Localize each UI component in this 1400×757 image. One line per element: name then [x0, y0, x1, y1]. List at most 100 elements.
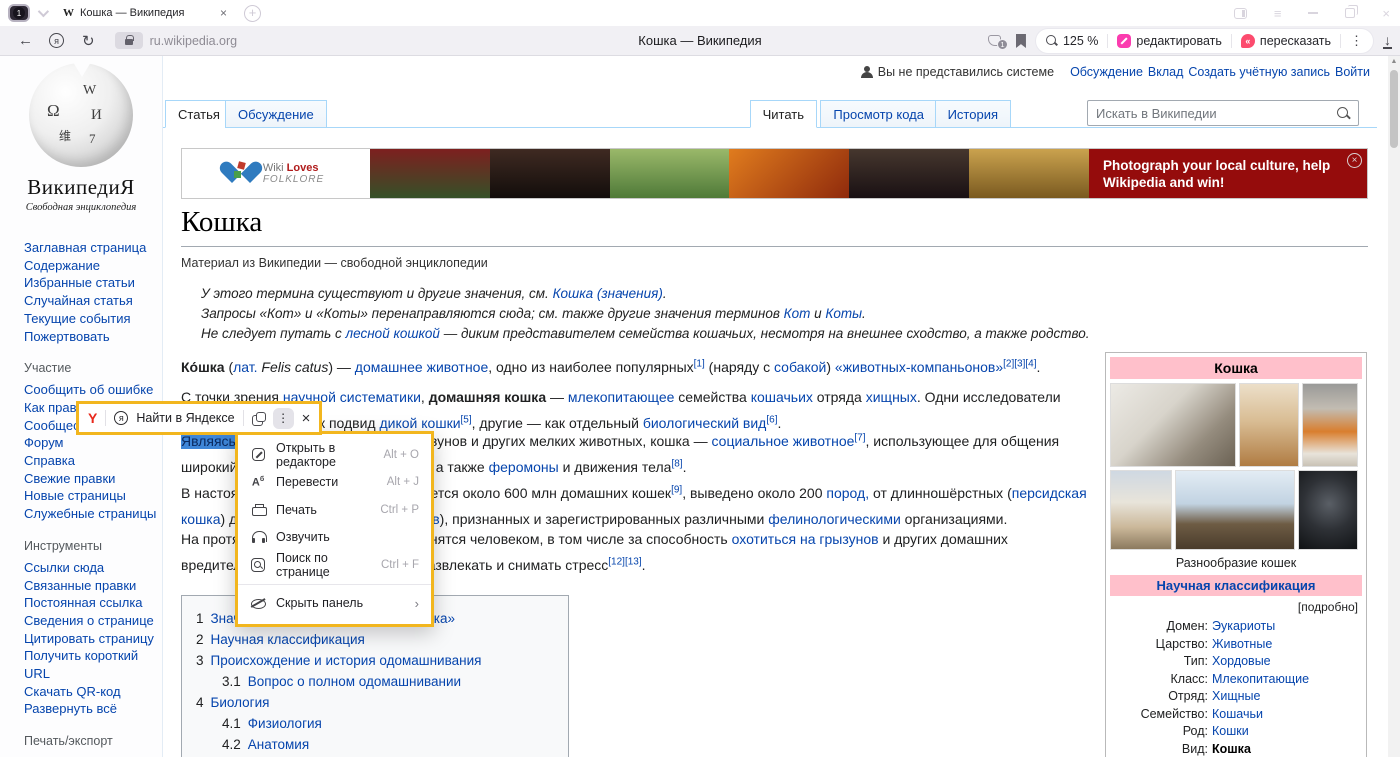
scrollbar-thumb[interactable]	[1390, 70, 1398, 148]
panel-close-icon[interactable]: ×	[302, 410, 311, 427]
find-in-yandex-button[interactable]: Найти в Яндексе	[136, 411, 234, 425]
wiki-content-area: Вы не представились системе Обсуждение В…	[162, 56, 1388, 757]
taxo-row: Домен:Эукариоты	[1110, 618, 1362, 636]
tab-article[interactable]: Статья	[165, 100, 233, 128]
taxo-row: Тип:Хордовые	[1110, 653, 1362, 671]
banner-logo: Wiki Loves FOLKLORE	[182, 149, 370, 198]
yandex-find-panel: Y я Найти в Яндексе ⋮ ×	[76, 401, 322, 435]
sidebar-item-main-page[interactable]: Заглавная страница	[24, 239, 162, 257]
scroll-up-icon[interactable]: ▲	[1388, 56, 1400, 68]
side-panel-icon[interactable]	[1234, 8, 1247, 19]
menu-item-open-in-editor[interactable]: Открыть в редакторе Alt + O	[238, 441, 431, 469]
sidebar-item-current-events[interactable]: Текущие события	[24, 310, 162, 328]
site-security-badge[interactable]	[115, 32, 143, 49]
sidebar-item-help[interactable]: Справка	[24, 452, 162, 470]
hatnote: Не следует путать с лесной кошкой — дики…	[201, 324, 1201, 344]
tab-group-button[interactable]: 1	[8, 4, 30, 22]
sidebar-item-short-url[interactable]: Получить короткий URL	[24, 647, 142, 682]
toc-item: 3Происхождение и история одомашнивания	[196, 650, 554, 671]
menu-item-read-aloud[interactable]: Озвучить	[238, 524, 431, 552]
minimize-icon[interactable]	[1308, 12, 1318, 14]
banner-photo	[969, 149, 1089, 198]
wiki-search-input[interactable]: Искать в Википедии	[1087, 100, 1359, 126]
menu-item-find-on-page[interactable]: Поиск по странице Ctrl + F	[238, 551, 431, 579]
sidebar-item-expand-all[interactable]: Развернуть всё	[24, 700, 162, 718]
sidebar-item-recent-changes[interactable]: Свежие правки	[24, 470, 162, 488]
translate-icon: Аб	[252, 476, 264, 489]
tab-close-icon[interactable]: ×	[220, 6, 227, 20]
restore-window-icon[interactable]	[1345, 8, 1355, 18]
sidebar-item-related-changes[interactable]: Связанные правки	[24, 577, 162, 595]
tab-talk[interactable]: Обсуждение	[225, 100, 327, 128]
cat-photo[interactable]	[1239, 383, 1299, 467]
browser-menu-icon[interactable]: ≡	[1274, 6, 1282, 21]
cat-photo[interactable]	[1298, 470, 1358, 550]
personal-bar: Вы не представились системе Обсуждение В…	[861, 65, 1370, 79]
tab-history[interactable]: История	[935, 100, 1011, 128]
retell-icon: «	[1241, 34, 1255, 48]
sidebar-item-permanent-link[interactable]: Постоянная ссылка	[24, 594, 162, 612]
cat-photo[interactable]	[1302, 383, 1358, 467]
sidebar-item-contents[interactable]: Содержание	[24, 257, 162, 275]
menu-item-translate[interactable]: Аб Перевести Alt + J	[238, 469, 431, 497]
bookmark-icon[interactable]	[1016, 34, 1026, 48]
cat-photo[interactable]	[1110, 383, 1236, 467]
wikipedia-globe-logo[interactable]: Ω W И 7 维	[29, 63, 133, 167]
sidebar-item-cite-page[interactable]: Цитировать страницу	[24, 630, 162, 648]
collections-icon[interactable]: 1	[988, 34, 1006, 48]
close-window-icon[interactable]: ×	[1382, 6, 1390, 21]
sidebar-item-donate[interactable]: Пожертвовать	[24, 328, 162, 346]
yandex-account-icon[interactable]: я	[49, 33, 64, 48]
toc-item: 3.1Вопрос о полном одомашнивании	[196, 671, 554, 692]
tab-read[interactable]: Читать	[750, 100, 817, 128]
personal-link-contributions[interactable]: Вклад	[1148, 65, 1184, 79]
zoom-indicator[interactable]: 125 %	[1046, 34, 1098, 48]
classification-header[interactable]: Научная классификация	[1110, 575, 1362, 596]
retell-button[interactable]: « пересказать	[1241, 34, 1331, 48]
sidebar-item-qr-code[interactable]: Скачать QR-код	[24, 683, 162, 701]
sidebar-header-tools: Инструменты	[24, 539, 162, 553]
details-link[interactable]: [подробно]	[1110, 596, 1362, 616]
wiki-loves-folklore-banner[interactable]: Wiki Loves FOLKLORE Photograph your loca…	[181, 148, 1368, 199]
zoom-icon	[1046, 35, 1058, 47]
tab-view-source[interactable]: Просмотр кода	[820, 100, 937, 128]
sidebar-item-what-links-here[interactable]: Ссылки сюда	[24, 559, 162, 577]
personal-link-login[interactable]: Войти	[1335, 65, 1370, 79]
personal-link-create-account[interactable]: Создать учётную запись	[1188, 65, 1330, 79]
page-scrollbar[interactable]: ▲	[1388, 56, 1400, 757]
edit-page-button[interactable]: редактировать	[1117, 34, 1222, 48]
sidebar-item-forum[interactable]: Форум	[24, 434, 162, 452]
more-actions-icon[interactable]: ⋮	[1350, 33, 1363, 49]
new-tab-button[interactable]: +	[244, 5, 261, 22]
personal-link-talk[interactable]: Обсуждение	[1070, 65, 1143, 79]
hatnote: У этого термина существуют и другие знач…	[201, 284, 1201, 304]
menu-item-print[interactable]: Печать Ctrl + P	[238, 496, 431, 524]
taxo-row: Класс:Млекопитающие	[1110, 671, 1362, 689]
copy-icon[interactable]	[252, 412, 265, 425]
wikipedia-favicon: W	[63, 7, 74, 19]
reload-icon[interactable]: ↻	[82, 32, 95, 50]
user-icon	[861, 66, 873, 78]
search-icon[interactable]	[1337, 107, 1350, 120]
cat-photo[interactable]	[1110, 470, 1172, 550]
sidebar-item-random[interactable]: Случайная статья	[24, 292, 162, 310]
submenu-arrow-icon: ›	[415, 596, 419, 611]
menu-item-hide-panel[interactable]: Скрыть панель ›	[238, 590, 431, 618]
sidebar-item-page-info[interactable]: Сведения о странице	[24, 612, 162, 630]
panel-more-button[interactable]: ⋮	[273, 408, 294, 429]
downloads-icon[interactable]: ↓	[1383, 33, 1392, 49]
url-text[interactable]: ru.wikipedia.org	[150, 34, 238, 48]
taxo-row: Вид:Кошка	[1110, 741, 1362, 757]
sidebar-item-special-pages[interactable]: Служебные страницы	[24, 505, 162, 523]
active-browser-tab[interactable]: W Кошка — Википедия ×	[56, 3, 234, 24]
back-icon[interactable]: ←	[18, 32, 33, 49]
article-title: Кошка	[181, 206, 1368, 239]
tab-list-chevron-icon[interactable]	[38, 6, 49, 17]
login-status: Вы не представились системе	[878, 65, 1054, 79]
sidebar-item-featured[interactable]: Избранные статьи	[24, 274, 162, 292]
banner-close-icon[interactable]: ×	[1347, 153, 1362, 168]
sidebar-item-new-pages[interactable]: Новые страницы	[24, 487, 162, 505]
sidebar-item-report-error[interactable]: Сообщить об ошибке	[24, 381, 162, 399]
cat-photo[interactable]	[1175, 470, 1295, 550]
wikipedia-wordmark[interactable]: ВикипедиЯ	[0, 175, 162, 200]
